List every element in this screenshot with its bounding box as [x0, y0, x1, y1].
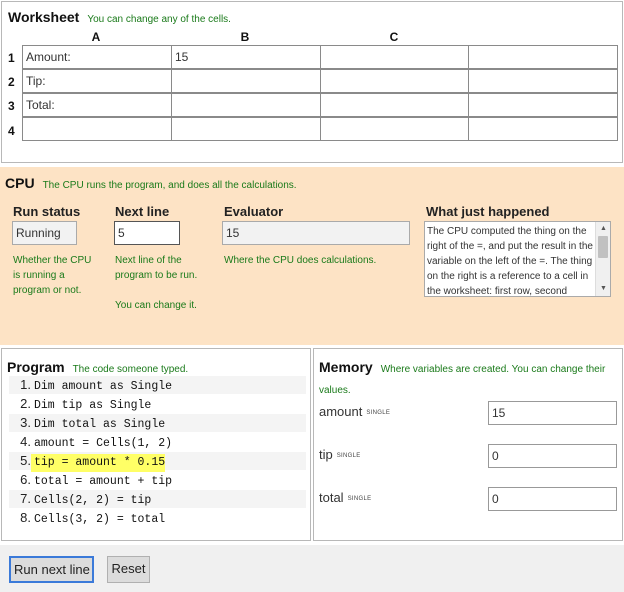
- program-hint: The code someone typed.: [72, 364, 189, 375]
- line-code: Dim tip as Single: [34, 399, 152, 412]
- worksheet-title: Worksheet: [8, 9, 80, 25]
- row-number-4: 4: [8, 124, 15, 138]
- code-line: 7. Cells(2, 2) = tip: [9, 490, 306, 508]
- cell-d2[interactable]: [468, 69, 618, 93]
- column-header-b: B: [240, 30, 250, 44]
- cell-d3[interactable]: [468, 93, 618, 117]
- variable-name: tip: [319, 447, 333, 462]
- cpu-header: CPU The CPU runs the program, and does al…: [5, 175, 297, 193]
- what-happened-label: What just happened: [426, 204, 550, 219]
- what-happened-box[interactable]: The CPU computed the thing on the right …: [424, 221, 611, 297]
- code-line-active: 5. tip = amount * 0.15: [9, 452, 306, 472]
- code-line: 1. Dim amount as Single: [9, 376, 306, 394]
- cell-b4[interactable]: [171, 117, 321, 141]
- cpu-panel: CPU The CPU runs the program, and does al…: [0, 167, 624, 345]
- variable-amount-input[interactable]: 15: [488, 401, 617, 425]
- worksheet-header: Worksheet You can change any of the cells…: [8, 9, 231, 27]
- cell-c4[interactable]: [320, 117, 469, 141]
- code-line: 4. amount = Cells(1, 2): [9, 433, 306, 451]
- cell-c3[interactable]: [320, 93, 469, 117]
- cell-a4[interactable]: [22, 117, 172, 141]
- memory-panel: Memory Where variables are created. You c…: [313, 348, 623, 541]
- line-number: 7.: [20, 491, 31, 506]
- line-number: 4.: [20, 434, 31, 449]
- cpu-title: CPU: [5, 175, 35, 191]
- line-code: Dim amount as Single: [34, 380, 173, 393]
- line-number: 5.: [20, 453, 31, 468]
- scroll-thumb[interactable]: [598, 236, 608, 258]
- variable-total-label: total SINGLE: [319, 490, 371, 505]
- variable-type: SINGLE: [366, 409, 391, 416]
- row-number-3: 3: [8, 99, 15, 113]
- column-header-a: A: [91, 30, 101, 44]
- line-number: 6.: [20, 472, 31, 487]
- run-status-field: Running: [12, 221, 77, 245]
- memory-header: Memory Where variables are created. You c…: [319, 358, 614, 400]
- line-code: Cells(2, 2) = tip: [34, 494, 152, 507]
- line-code-highlighted: tip = amount * 0.15: [31, 454, 166, 472]
- variable-amount-label: amount SINGLE: [319, 404, 390, 419]
- program-panel: Program The code someone typed. 1. Dim amo…: [1, 348, 311, 541]
- cpu-hint: The CPU runs the program, and does all t…: [42, 180, 297, 191]
- program-header: Program The code someone typed.: [7, 359, 188, 377]
- run-status-label: Run status: [13, 204, 81, 219]
- worksheet-hint: You can change any of the cells.: [87, 14, 231, 25]
- program-title: Program: [7, 359, 65, 375]
- run-status-note: Whether the CPU is running a program or …: [13, 255, 92, 296]
- cell-a2[interactable]: Tip:: [22, 69, 172, 93]
- next-line-note-change: You can change it.: [115, 300, 197, 311]
- next-line-note: Next line of the program to be run.: [115, 255, 198, 281]
- cell-a1[interactable]: Amount:: [22, 45, 172, 69]
- next-line-input[interactable]: 5: [114, 221, 180, 245]
- next-line-label: Next line: [115, 204, 170, 219]
- variable-total-input[interactable]: 0: [488, 487, 617, 511]
- cell-b1[interactable]: 15: [171, 45, 321, 69]
- worksheet-panel: Worksheet You can change any of the cells…: [1, 1, 623, 163]
- variable-tip-input[interactable]: 0: [488, 444, 617, 468]
- evaluator-note: Where the CPU does calculations.: [224, 255, 377, 266]
- cell-c1[interactable]: [320, 45, 469, 69]
- control-bar: Run next line Reset: [0, 545, 624, 592]
- variable-name: amount: [319, 404, 363, 419]
- line-number: 2.: [20, 396, 31, 411]
- line-number: 1.: [20, 377, 31, 392]
- scroll-up-icon[interactable]: ▲: [599, 225, 608, 233]
- variable-tip-label: tip SINGLE: [319, 447, 361, 462]
- line-number: 8.: [20, 510, 31, 525]
- what-happened-scrollbar[interactable]: ▲ ▼: [595, 222, 610, 296]
- cell-d1[interactable]: [468, 45, 618, 69]
- row-number-1: 1: [8, 51, 15, 65]
- scroll-down-icon[interactable]: ▼: [599, 285, 608, 293]
- code-line: 6. total = amount + tip: [9, 471, 306, 489]
- line-code: Cells(3, 2) = total: [34, 513, 166, 526]
- what-happened-text: The CPU computed the thing on the right …: [427, 226, 593, 297]
- column-header-c: C: [389, 30, 399, 44]
- code-line: 3. Dim total as Single: [9, 414, 306, 432]
- reset-button[interactable]: Reset: [107, 556, 150, 583]
- line-code: amount = Cells(1, 2): [34, 437, 173, 450]
- line-code: total = amount + tip: [34, 475, 173, 488]
- line-number: 3.: [20, 415, 31, 430]
- row-number-2: 2: [8, 75, 15, 89]
- variable-name: total: [319, 490, 344, 505]
- cell-d4[interactable]: [468, 117, 618, 141]
- variable-type: SINGLE: [347, 495, 372, 502]
- run-next-line-button[interactable]: Run next line: [9, 556, 94, 583]
- evaluator-field: 15: [222, 221, 410, 245]
- evaluator-label: Evaluator: [224, 204, 284, 219]
- line-code: Dim total as Single: [34, 418, 166, 431]
- memory-title: Memory: [319, 359, 373, 375]
- cell-b3[interactable]: [171, 93, 321, 117]
- cell-a3[interactable]: Total:: [22, 93, 172, 117]
- cell-c2[interactable]: [320, 69, 469, 93]
- variable-type: SINGLE: [336, 452, 361, 459]
- code-line: 8. Cells(3, 2) = total: [9, 509, 306, 527]
- cell-b2[interactable]: [171, 69, 321, 93]
- code-line: 2. Dim tip as Single: [9, 395, 306, 413]
